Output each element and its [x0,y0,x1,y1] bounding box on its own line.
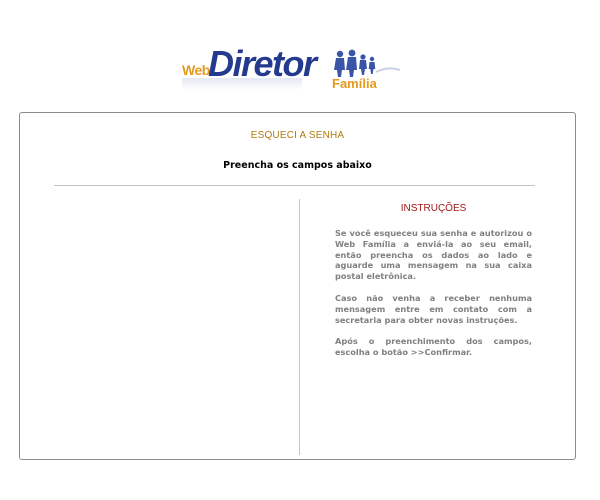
instructions-paragraph: Caso não venha a receber nenhuma mensage… [335,292,532,325]
web-diretor-familia-logo: Web Diretor Família [180,44,400,96]
vertical-divider [299,199,300,455]
instructions-title: INSTRUÇÕES [400,203,467,214]
page-title: ESQUECI A SENHA [250,130,345,141]
logo-web-text: Web [182,62,210,78]
page: Web Diretor Família ESQUECI A SENHA Pree… [0,0,600,500]
form-subtitle: Preencha os campos abaixo [223,160,372,171]
horizontal-divider [54,185,535,186]
instructions-paragraph: Se você esqueceu sua senha e autorizou o… [335,228,532,282]
logo-diretor-text: Diretor [208,43,317,84]
form-area [54,199,298,455]
people-group-icon [334,49,400,77]
forgot-password-panel: ESQUECI A SENHA Preencha os campos abaix… [19,112,576,460]
instructions-paragraph: Após o preenchimento dos campos, escolha… [335,336,532,358]
instructions-section: INSTRUÇÕES Se você esqueceu sua senha e … [335,203,532,369]
logo-familia-text: Família [332,76,377,91]
